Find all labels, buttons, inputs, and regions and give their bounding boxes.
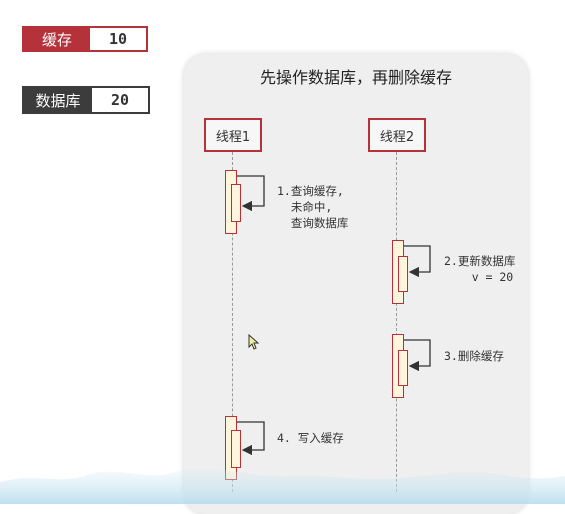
self-call-arrow-4 [237,421,265,456]
self-call-arrow-1 [237,175,265,212]
step-4-note: 4. 写入缓存 [277,431,344,445]
step-1-note: 1.查询缓存, 未命中, 查询数据库 [277,184,349,230]
mouse-pointer-icon [248,334,260,350]
step-2-note: 2.更新数据库 v = 20 [444,254,516,284]
self-call-arrow-2 [404,245,431,278]
self-call-arrow-3 [404,339,431,372]
self-call-arrows [237,175,431,456]
background-wave [0,468,565,504]
step-3-note: 3.删除缓存 [444,349,504,363]
